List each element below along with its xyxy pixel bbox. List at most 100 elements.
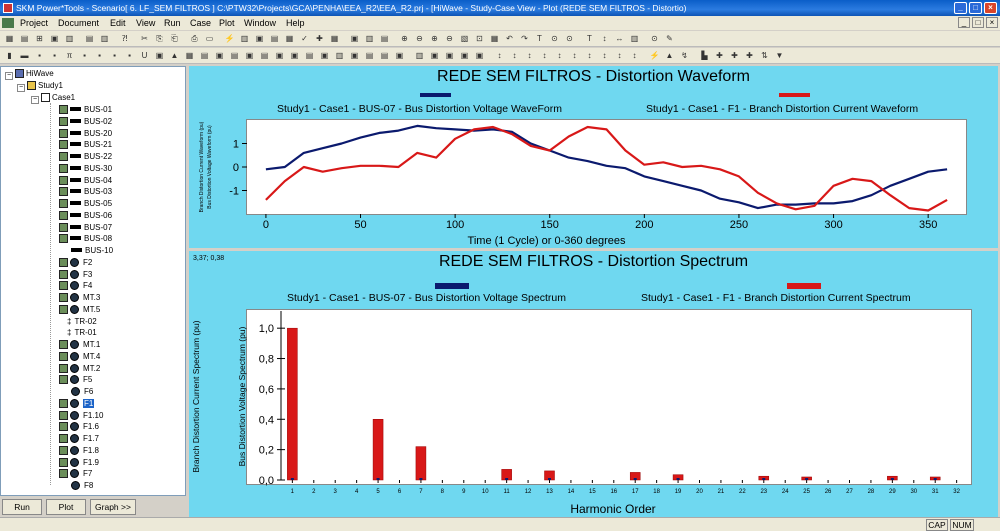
main-tool-icon[interactable]: ▤	[18, 33, 31, 45]
main-tool-icon[interactable]: ⊙	[563, 33, 576, 45]
component-tool-icon[interactable]: ▲	[663, 50, 676, 62]
tree-item[interactable]: F1	[59, 398, 95, 410]
main-tool-icon[interactable]: ⊕	[428, 33, 441, 45]
main-tool-icon[interactable]: ▦	[328, 33, 341, 45]
main-tool-icon[interactable]: ▦	[3, 33, 16, 45]
main-tool-icon[interactable]: ▤	[268, 33, 281, 45]
main-tool-icon[interactable]: ✚	[313, 33, 326, 45]
main-tool-icon[interactable]: ⚡	[223, 33, 236, 45]
component-tool-icon[interactable]: ▦	[183, 50, 196, 62]
main-tool-icon[interactable]: ⊖	[413, 33, 426, 45]
tree-item[interactable]: MT.5	[59, 304, 100, 316]
graph-button[interactable]: Graph >>	[90, 499, 136, 515]
tree-item[interactable]: BUS-30	[59, 163, 112, 175]
component-tool-icon[interactable]: ▣	[348, 50, 361, 62]
plot-button[interactable]: Plot	[46, 499, 86, 515]
main-tool-icon[interactable]: ▥	[363, 33, 376, 45]
tree-item[interactable]: BUS-07	[59, 222, 112, 234]
component-tool-icon[interactable]: ↕	[493, 50, 506, 62]
tree-item[interactable]: ‡ TR-01	[59, 327, 97, 339]
component-tool-icon[interactable]: ▣	[443, 50, 456, 62]
component-tool-icon[interactable]: ✚	[743, 50, 756, 62]
run-button[interactable]: Run	[2, 499, 42, 515]
main-tool-icon[interactable]: ▥	[98, 33, 111, 45]
tree-item[interactable]: ‡ TR-02	[59, 316, 97, 328]
close-icon[interactable]: ×	[984, 2, 997, 14]
component-tool-icon[interactable]: ▥	[413, 50, 426, 62]
component-tool-icon[interactable]: ▪	[33, 50, 46, 62]
menu-plot[interactable]: Plot	[219, 16, 235, 30]
tree-item[interactable]: F1.7	[59, 433, 99, 445]
menu-edit[interactable]: Edit	[110, 16, 126, 30]
mdi-close-icon[interactable]: ×	[986, 17, 998, 28]
main-tool-icon[interactable]: ↕	[598, 33, 611, 45]
component-tool-icon[interactable]: ▣	[473, 50, 486, 62]
main-tool-icon[interactable]: ▥	[63, 33, 76, 45]
main-tool-icon[interactable]: ↷	[518, 33, 531, 45]
tree-item[interactable]: BUS-02	[59, 116, 112, 128]
main-tool-icon[interactable]: ✎	[663, 33, 676, 45]
component-tool-icon[interactable]: ▪	[78, 50, 91, 62]
tree-item[interactable]: F7	[59, 468, 92, 480]
component-tool-icon[interactable]: ⇅	[758, 50, 771, 62]
mdi-restore-icon[interactable]: □	[972, 17, 984, 28]
main-tool-icon[interactable]: ▣	[48, 33, 61, 45]
main-tool-icon[interactable]: ↔	[613, 33, 626, 45]
component-tool-icon[interactable]: π	[63, 50, 76, 62]
main-tool-icon[interactable]: ⊖	[443, 33, 456, 45]
tree-item[interactable]: MT.2	[59, 363, 100, 375]
tree-item[interactable]: F6	[59, 386, 93, 398]
tree-item[interactable]: BUS-08	[59, 233, 112, 245]
component-tool-icon[interactable]: ↕	[508, 50, 521, 62]
component-tool-icon[interactable]: ▪	[48, 50, 61, 62]
main-tool-icon[interactable]: T	[583, 33, 596, 45]
maximize-icon[interactable]: □	[969, 2, 982, 14]
component-tool-icon[interactable]: ✚	[713, 50, 726, 62]
mdi-minimize-icon[interactable]: _	[958, 17, 970, 28]
component-tool-icon[interactable]: ▤	[303, 50, 316, 62]
component-tool-icon[interactable]: ▣	[273, 50, 286, 62]
tree-item[interactable]: F4	[59, 280, 92, 292]
main-tool-icon[interactable]: ▦	[283, 33, 296, 45]
tree-item[interactable]: BUS-01	[59, 104, 112, 116]
main-tool-icon[interactable]: ▦	[488, 33, 501, 45]
tree-item[interactable]: BUS-22	[59, 151, 112, 163]
component-tool-icon[interactable]: U	[138, 50, 151, 62]
component-tool-icon[interactable]: ▙	[698, 50, 711, 62]
main-tool-icon[interactable]: ▤	[83, 33, 96, 45]
tree-root-hiwave[interactable]: − HiWave	[5, 68, 54, 80]
main-tool-icon[interactable]: ⊙	[648, 33, 661, 45]
component-tool-icon[interactable]: ▥	[333, 50, 346, 62]
main-tool-icon[interactable]: ⊙	[548, 33, 561, 45]
component-tool-icon[interactable]: ↕	[523, 50, 536, 62]
main-tool-icon[interactable]: ⊞	[33, 33, 46, 45]
main-tool-icon[interactable]: T	[533, 33, 546, 45]
component-tool-icon[interactable]: ▤	[198, 50, 211, 62]
component-tool-icon[interactable]: ▤	[363, 50, 376, 62]
main-tool-icon[interactable]: ▤	[378, 33, 391, 45]
component-tool-icon[interactable]: ▣	[213, 50, 226, 62]
component-tool-icon[interactable]: ▪	[123, 50, 136, 62]
main-tool-icon[interactable]: ▣	[253, 33, 266, 45]
tree-item[interactable]: F2	[59, 257, 92, 269]
component-tool-icon[interactable]: ▣	[243, 50, 256, 62]
tree-study[interactable]: − Study1	[17, 80, 63, 92]
tree-item[interactable]: F1.10	[59, 410, 103, 422]
component-tool-icon[interactable]: ▣	[458, 50, 471, 62]
component-tool-icon[interactable]: ▪	[108, 50, 121, 62]
tree-item[interactable]: MT.1	[59, 339, 100, 351]
component-tool-icon[interactable]: ▲	[168, 50, 181, 62]
component-tool-icon[interactable]: ▪	[93, 50, 106, 62]
component-tool-icon[interactable]: ▮	[3, 50, 16, 62]
component-tool-icon[interactable]: ▣	[153, 50, 166, 62]
main-tool-icon[interactable]: ✓	[298, 33, 311, 45]
main-tool-icon[interactable]: ▥	[628, 33, 641, 45]
menu-case[interactable]: Case	[190, 16, 211, 30]
tree-item[interactable]: BUS-04	[59, 175, 112, 187]
component-tool-icon[interactable]: ✚	[728, 50, 741, 62]
tree-item[interactable]: F8	[59, 480, 93, 492]
component-tool-icon[interactable]: ▣	[428, 50, 441, 62]
tree-item[interactable]: F1.9	[59, 457, 99, 469]
tree-item[interactable]: BUS-06	[59, 210, 112, 222]
menu-window[interactable]: Window	[244, 16, 276, 30]
